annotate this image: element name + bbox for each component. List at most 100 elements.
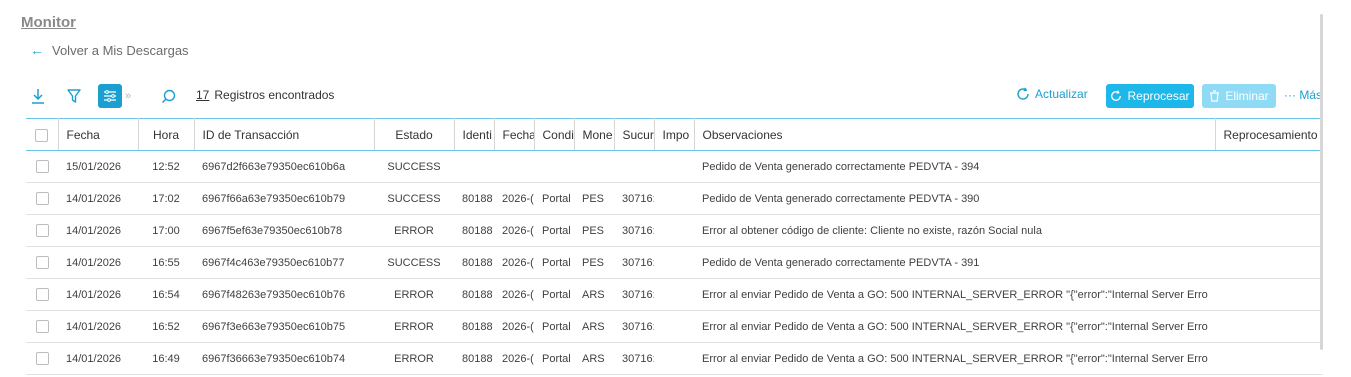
cell-estado: ERROR: [374, 214, 454, 247]
col-identificador[interactable]: Identi: [454, 118, 495, 151]
back-link-label: Volver a Mis Descargas: [52, 42, 189, 58]
cell-sucursal: 30716:: [614, 310, 654, 343]
cell-fecha-2: 2026-(: [494, 214, 534, 247]
vertical-scrollbar[interactable]: [1320, 14, 1323, 350]
cell-id-transaccion: 6967d2f663e79350ec610b6a: [194, 150, 374, 183]
cell-hora: 17:00: [138, 214, 194, 247]
table-row[interactable]: 14/01/2026 16:54 6967f48263e79350ec610b76 E…: [26, 278, 1323, 311]
checkbox-box[interactable]: [35, 320, 49, 333]
table-row[interactable]: 14/01/2026 17:02 6967f66a63e79350ec610b79 S…: [26, 182, 1323, 215]
cell-importe: [654, 214, 694, 247]
col-importe[interactable]: Impo: [654, 118, 695, 151]
search-icon[interactable]: [158, 84, 178, 108]
table-row[interactable]: 15/01/2026 12:52 6967d2f663e79350ec610b6a S…: [26, 150, 1323, 183]
more-button[interactable]: ··· Más: [1284, 88, 1322, 102]
row-checkbox[interactable]: [26, 246, 58, 279]
cell-fecha-2: 2026-(: [494, 342, 534, 375]
cell-estado: ERROR: [374, 278, 454, 311]
cell-identificador: 80188: [454, 342, 494, 375]
checkbox-box[interactable]: [35, 288, 49, 301]
col-condicion[interactable]: Condi: [534, 118, 575, 151]
col-hora[interactable]: Hora: [138, 118, 195, 151]
col-id-transaccion[interactable]: ID de Transacción: [194, 118, 375, 151]
checkbox-box[interactable]: [35, 256, 49, 269]
checkbox-box[interactable]: [35, 192, 49, 205]
cell-reprocesamiento: [1215, 342, 1323, 375]
select-all-checkbox[interactable]: [26, 118, 59, 151]
cell-sucursal: 30716:: [614, 342, 654, 375]
transactions-table: Fecha Hora ID de Transacción Estado Iden…: [26, 118, 1323, 375]
cell-fecha: 15/01/2026: [58, 150, 138, 183]
checkbox-box[interactable]: [35, 352, 49, 365]
col-observaciones[interactable]: Observaciones: [694, 118, 1216, 151]
cell-observaciones: Error al enviar Pedido de Venta a GO: 50…: [694, 278, 1215, 311]
filter-icon[interactable]: [64, 84, 84, 108]
cell-condicion: Portal: [534, 310, 574, 343]
cell-condicion: [534, 150, 574, 183]
cell-fecha: 14/01/2026: [58, 310, 138, 343]
checkbox-box[interactable]: [35, 160, 49, 173]
cell-sucursal: [614, 150, 654, 183]
download-icon[interactable]: [28, 84, 48, 108]
arrow-left-icon: ←: [30, 42, 44, 58]
table-row[interactable]: 14/01/2026 16:55 6967f4c463e79350ec610b77 S…: [26, 246, 1323, 279]
cell-fecha: 14/01/2026: [58, 182, 138, 215]
cell-sucursal: 30716:: [614, 214, 654, 247]
cell-reprocesamiento: [1215, 310, 1323, 343]
back-link[interactable]: ← Volver a Mis Descargas: [30, 42, 189, 58]
cell-id-transaccion: 6967f36663e79350ec610b74: [194, 342, 374, 375]
cell-reprocesamiento: [1215, 182, 1323, 215]
cell-reprocesamiento: [1215, 214, 1323, 247]
cell-id-transaccion: 6967f5ef63e79350ec610b78: [194, 214, 374, 247]
table-body: 15/01/2026 12:52 6967d2f663e79350ec610b6a S…: [26, 150, 1323, 375]
cell-moneda: [574, 150, 614, 183]
col-fecha-2[interactable]: Fecha: [494, 118, 535, 151]
cell-observaciones: Pedido de Venta generado correctamente P…: [694, 150, 1215, 183]
delete-button[interactable]: Eliminar: [1202, 84, 1276, 108]
cell-condicion: Portal: [534, 214, 574, 247]
cell-identificador: 80188: [454, 182, 494, 215]
row-checkbox[interactable]: [26, 310, 58, 343]
cell-identificador: 80188: [454, 310, 494, 343]
col-reprocesamiento[interactable]: Reprocesamiento: [1215, 118, 1323, 151]
chevron-right-icon[interactable]: »: [122, 84, 134, 108]
row-checkbox[interactable]: [26, 214, 58, 247]
cell-identificador: 80188: [454, 246, 494, 279]
table-row[interactable]: 14/01/2026 16:49 6967f36663e79350ec610b74 E…: [26, 342, 1323, 375]
row-checkbox[interactable]: [26, 278, 58, 311]
cell-id-transaccion: 6967f66a63e79350ec610b79: [194, 182, 374, 215]
delete-label: Eliminar: [1225, 89, 1269, 103]
cell-observaciones: Pedido de Venta generado correctamente P…: [694, 182, 1215, 215]
cell-identificador: 80188: [454, 278, 494, 311]
cell-condicion: Portal: [534, 182, 574, 215]
table-row[interactable]: 14/01/2026 16:52 6967f3e663e79350ec610b75 E…: [26, 310, 1323, 343]
table-header-row: Fecha Hora ID de Transacción Estado Iden…: [26, 118, 1323, 151]
columns-icon[interactable]: [98, 84, 122, 108]
col-estado[interactable]: Estado: [374, 118, 455, 151]
cell-fecha: 14/01/2026: [58, 246, 138, 279]
cell-importe: [654, 182, 694, 215]
cell-fecha-2: [494, 150, 534, 183]
reprocess-button[interactable]: Reprocesar: [1106, 84, 1194, 108]
row-checkbox[interactable]: [26, 150, 58, 183]
row-checkbox[interactable]: [26, 342, 58, 375]
refresh-button[interactable]: Actualizar: [1016, 87, 1088, 101]
row-checkbox[interactable]: [26, 182, 58, 215]
records-count: 17: [196, 88, 210, 102]
cell-condicion: Portal: [534, 246, 574, 279]
cell-estado: SUCCESS: [374, 246, 454, 279]
table-row[interactable]: 14/01/2026 17:00 6967f5ef63e79350ec610b78 E…: [26, 214, 1323, 247]
col-sucursal[interactable]: Sucur: [614, 118, 655, 151]
cell-fecha-2: 2026-(: [494, 310, 534, 343]
cell-sucursal: 30716:: [614, 246, 654, 279]
col-moneda[interactable]: Mone: [574, 118, 615, 151]
records-found: 17 Registros encontrados: [196, 88, 334, 102]
cell-reprocesamiento: [1215, 246, 1323, 279]
checkbox-box[interactable]: [35, 224, 49, 237]
cell-reprocesamiento: [1215, 278, 1323, 311]
col-fecha[interactable]: Fecha: [58, 118, 139, 151]
checkbox-box[interactable]: [35, 128, 49, 142]
cell-condicion: Portal: [534, 342, 574, 375]
cell-fecha-2: 2026-(: [494, 182, 534, 215]
cell-hora: 16:54: [138, 278, 194, 311]
